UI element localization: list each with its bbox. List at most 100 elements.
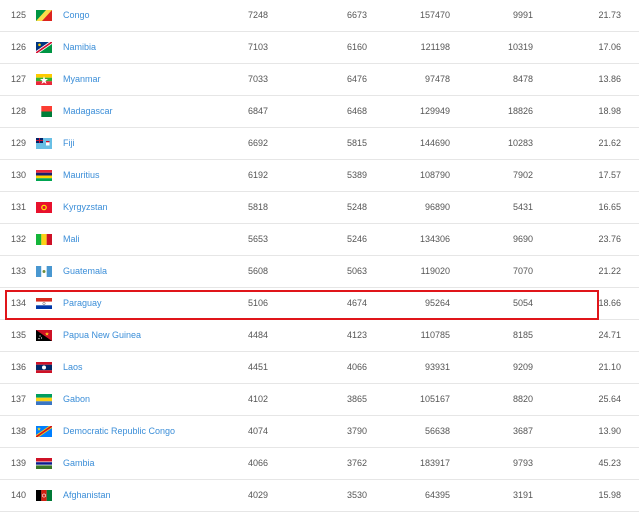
- table-row: 138 Democratic Republic Congo 4074 3790 5663…: [0, 416, 639, 448]
- country-link-paraguay[interactable]: Paraguay: [63, 288, 102, 319]
- country-link-papua-new-guinea[interactable]: Papua New Guinea: [63, 320, 141, 351]
- rank-cell: 128: [11, 106, 27, 116]
- table-row: 139 Gambia 4066 3762 183917 9793 45.23: [0, 448, 639, 480]
- rank-cell: 134: [11, 298, 27, 308]
- value-cell: 5054: [512, 298, 533, 308]
- value-cell: 8185: [512, 330, 533, 340]
- value-cell: 6673: [346, 10, 367, 20]
- value-cell: 18.98: [598, 106, 621, 116]
- value-cell: 183917: [419, 458, 450, 468]
- value-cell: 4066: [346, 362, 367, 372]
- rank-cell: 125: [11, 10, 27, 20]
- country-link-fiji[interactable]: Fiji: [63, 128, 75, 159]
- country-link-afghanistan[interactable]: Afghanistan: [63, 480, 111, 511]
- value-cell: 56638: [424, 426, 450, 436]
- gabon-flag-icon: [36, 394, 52, 405]
- country-link-mauritius[interactable]: Mauritius: [63, 160, 100, 191]
- value-cell: 23.76: [598, 234, 621, 244]
- rank-cell: 132: [11, 234, 27, 244]
- value-cell: 17.57: [598, 170, 621, 180]
- namibia-flag-icon: [36, 42, 52, 53]
- value-cell: 4451: [247, 362, 268, 372]
- value-cell: 13.90: [598, 426, 621, 436]
- value-cell: 25.64: [598, 394, 621, 404]
- country-link-kyrgyzstan[interactable]: Kyrgyzstan: [63, 192, 108, 223]
- country-table: 125 Congo 7248 6673 157470 9991 21.73 126 Namibi…: [0, 0, 639, 512]
- country-link-gabon[interactable]: Gabon: [63, 384, 90, 415]
- table-row-highlighted: 134 Paraguay 5106 4674 95264 5054 18.66: [0, 288, 639, 320]
- rank-cell: 126: [11, 42, 27, 52]
- value-cell: 7103: [247, 42, 268, 52]
- value-cell: 5106: [247, 298, 268, 308]
- value-cell: 4066: [247, 458, 268, 468]
- value-cell: 3191: [512, 490, 533, 500]
- value-cell: 21.22: [598, 266, 621, 276]
- table-row: 133 Guatemala 5608 5063 119020 7070 21.22: [0, 256, 639, 288]
- value-cell: 5389: [346, 170, 367, 180]
- value-cell: 5063: [346, 266, 367, 276]
- value-cell: 6476: [346, 74, 367, 84]
- table-row: 136 Laos 4451 4066 93931 9209 21.10: [0, 352, 639, 384]
- guatemala-flag-icon: [36, 266, 52, 277]
- value-cell: 3687: [512, 426, 533, 436]
- value-cell: 4029: [247, 490, 268, 500]
- value-cell: 5818: [247, 202, 268, 212]
- value-cell: 157470: [419, 10, 450, 20]
- value-cell: 6847: [247, 106, 268, 116]
- country-link-mali[interactable]: Mali: [63, 224, 80, 255]
- value-cell: 18826: [507, 106, 533, 116]
- value-cell: 119020: [420, 266, 450, 276]
- value-cell: 21.62: [598, 138, 621, 148]
- table-row: 128 Madagascar 6847 6468 129949 18826 18.98: [0, 96, 639, 128]
- value-cell: 45.23: [598, 458, 621, 468]
- country-link-gambia[interactable]: Gambia: [63, 448, 95, 479]
- papua-new-guinea-flag-icon: [36, 330, 52, 341]
- value-cell: 9793: [512, 458, 533, 468]
- value-cell: 3790: [346, 426, 367, 436]
- table-row: 127 Myanmar 7033 6476 97478 8478 13.86: [0, 64, 639, 96]
- value-cell: 5653: [247, 234, 268, 244]
- country-link-namibia[interactable]: Namibia: [63, 32, 96, 63]
- value-cell: 7033: [247, 74, 268, 84]
- value-cell: 5608: [247, 266, 268, 276]
- mauritius-flag-icon: [36, 170, 52, 181]
- value-cell: 3762: [346, 458, 367, 468]
- value-cell: 5246: [346, 234, 367, 244]
- value-cell: 13.86: [598, 74, 621, 84]
- value-cell: 105167: [419, 394, 450, 404]
- rank-cell: 130: [11, 170, 27, 180]
- table-row: 126 Namibia 7103 6160 121198 10319 17.06: [0, 32, 639, 64]
- value-cell: 16.65: [598, 202, 621, 212]
- value-cell: 5248: [346, 202, 367, 212]
- rank-cell: 138: [11, 426, 27, 436]
- country-link-laos[interactable]: Laos: [63, 352, 83, 383]
- myanmar-flag-icon: [36, 74, 52, 85]
- country-link-guatemala[interactable]: Guatemala: [63, 256, 107, 287]
- paraguay-flag-icon: [36, 298, 52, 309]
- rank-cell: 131: [11, 202, 27, 212]
- value-cell: 8820: [512, 394, 533, 404]
- country-link-democratic-republic-congo[interactable]: Democratic Republic Congo: [63, 416, 175, 447]
- value-cell: 4674: [346, 298, 367, 308]
- value-cell: 96890: [424, 202, 450, 212]
- country-link-myanmar[interactable]: Myanmar: [63, 64, 101, 95]
- table-row: 130 Mauritius 6192 5389 108790 7902 17.57: [0, 160, 639, 192]
- value-cell: 6192: [247, 170, 268, 180]
- country-link-congo[interactable]: Congo: [63, 0, 90, 31]
- table-row: 132 Mali 5653 5246 134306 9690 23.76: [0, 224, 639, 256]
- value-cell: 21.73: [598, 10, 621, 20]
- value-cell: 95264: [424, 298, 450, 308]
- value-cell: 18.66: [598, 298, 621, 308]
- afghanistan-flag-icon: [36, 490, 52, 501]
- table-row: 135 Papua New Guinea 4484 4123 110785 8185 24.…: [0, 320, 639, 352]
- value-cell: 3530: [346, 490, 367, 500]
- value-cell: 121198: [420, 42, 450, 52]
- value-cell: 144690: [419, 138, 450, 148]
- value-cell: 5431: [512, 202, 533, 212]
- value-cell: 21.10: [598, 362, 621, 372]
- value-cell: 7070: [512, 266, 533, 276]
- value-cell: 4074: [247, 426, 268, 436]
- value-cell: 7248: [247, 10, 268, 20]
- country-link-madagascar[interactable]: Madagascar: [63, 96, 113, 127]
- value-cell: 64395: [424, 490, 450, 500]
